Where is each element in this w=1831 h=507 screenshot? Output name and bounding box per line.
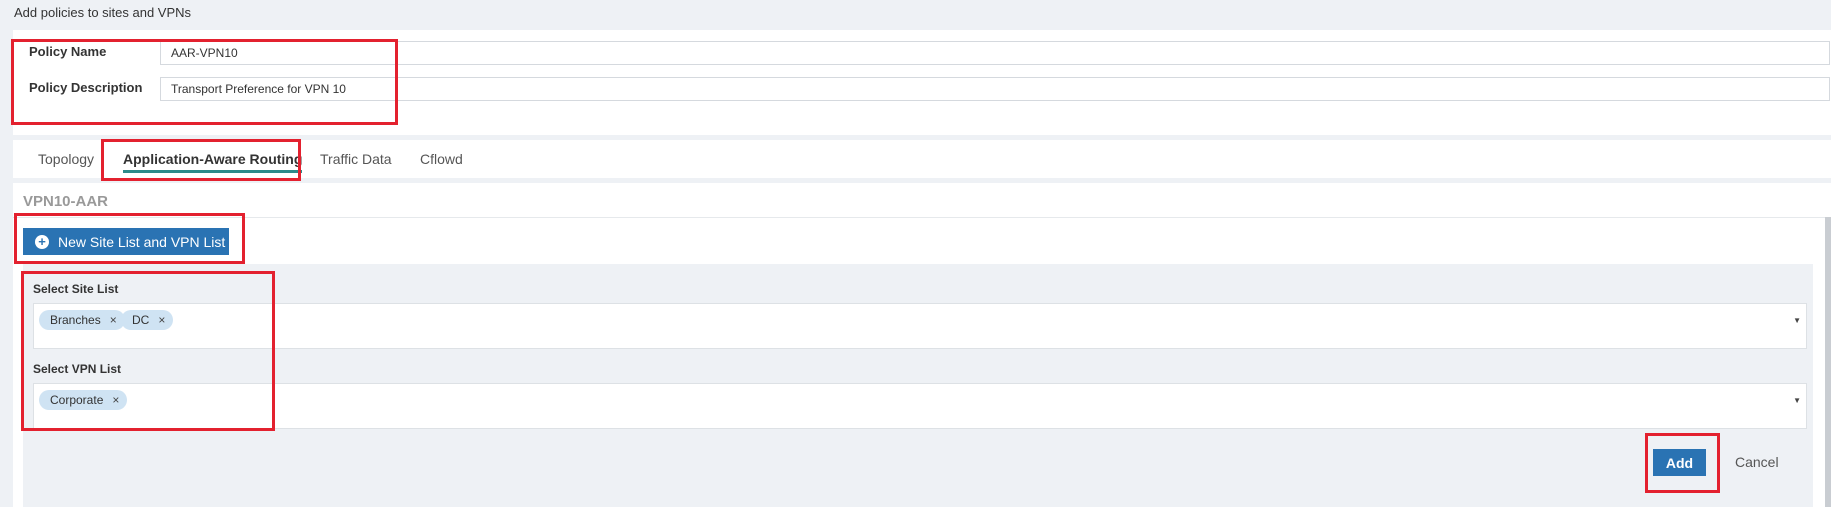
section-title: VPN10-AAR bbox=[23, 193, 109, 210]
tab-traffic-data[interactable]: Traffic Data bbox=[320, 140, 392, 178]
policy-description-input[interactable] bbox=[160, 77, 1830, 101]
caret-down-icon[interactable]: ▼ bbox=[1793, 316, 1801, 325]
aar-content-panel: VPN10-AAR + New Site List and VPN List S… bbox=[13, 183, 1831, 507]
highlight-box-list-selectors bbox=[21, 271, 275, 431]
tab-cflowd-label: Cflowd bbox=[420, 151, 463, 167]
tab-traffic-data-label: Traffic Data bbox=[320, 151, 392, 167]
tab-topology[interactable]: Topology bbox=[38, 140, 94, 178]
caret-down-icon[interactable]: ▼ bbox=[1793, 396, 1801, 405]
vpn-list-multiselect[interactable]: Corporate × ▼ bbox=[33, 383, 1807, 429]
cancel-link[interactable]: Cancel bbox=[1735, 454, 1779, 470]
tab-cflowd[interactable]: Cflowd bbox=[420, 140, 463, 178]
highlight-box-aar-tab bbox=[101, 139, 301, 181]
title-divider bbox=[13, 217, 1831, 218]
highlight-box-new-list-button bbox=[14, 213, 245, 264]
highlight-box-policy-fields bbox=[11, 39, 398, 125]
vertical-scrollbar[interactable] bbox=[1825, 217, 1831, 507]
site-list-multiselect[interactable]: Branches × DC × ▼ bbox=[33, 303, 1807, 349]
tab-topology-label: Topology bbox=[38, 151, 95, 167]
highlight-box-add-button bbox=[1645, 433, 1720, 493]
policy-name-input[interactable] bbox=[160, 41, 1830, 65]
page-heading: Add policies to sites and VPNs bbox=[14, 5, 192, 20]
site-vpn-form: Select Site List Branches × DC × ▼ Selec… bbox=[23, 264, 1813, 507]
